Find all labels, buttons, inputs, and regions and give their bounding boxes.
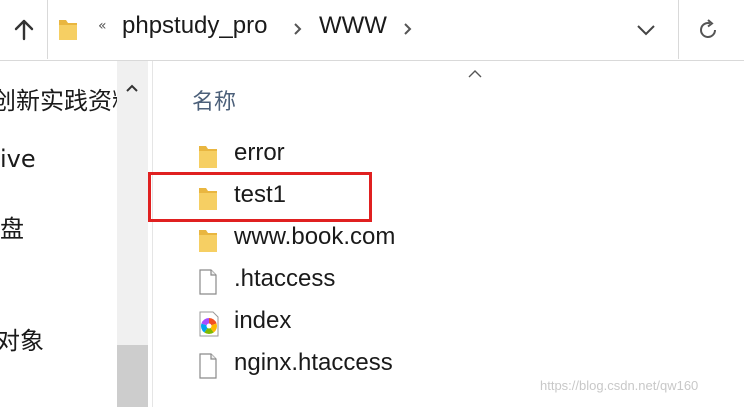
file-name: index [234,307,292,334]
scrollbar-thumb[interactable] [117,345,148,407]
nav-item-onedrive[interactable]: ive [0,145,36,173]
nav-item-objects[interactable]: 对象 [0,321,44,356]
folder-icon [199,230,217,252]
folder-icon [59,20,77,40]
folder-icon [199,146,217,168]
file-row[interactable]: .htaccess [196,264,676,300]
file-row[interactable]: www.book.com [196,222,676,258]
nav-scrollbar[interactable] [117,61,148,407]
file-row[interactable]: index [196,306,676,342]
sort-ascending-icon [468,70,482,78]
file-name: www.book.com [234,223,396,250]
scroll-up-arrow-icon[interactable] [125,83,139,93]
nav-item-practice-materials[interactable]: 创新实践资料 [0,81,136,116]
arrow-up-icon [14,19,34,41]
file-icon [199,353,217,379]
chevron-down-icon[interactable] [635,20,657,40]
file-name: nginx.htaccess [234,349,393,376]
nav-item-disk[interactable]: 盘 [0,209,24,244]
breadcrumb-www[interactable]: WWW [319,12,387,40]
pane-divider[interactable] [152,61,153,407]
refresh-button[interactable] [685,12,731,48]
refresh-icon [700,19,716,38]
address-bar[interactable]: « phpstudy_pro WWW [47,0,679,59]
watermark: https://blog.csdn.net/qw160 [540,378,699,393]
chevron-right-icon[interactable] [403,22,413,36]
chevron-right-icon[interactable] [293,22,303,36]
file-icon [199,269,217,295]
color-wheel-icon [199,311,219,337]
annotation-highlight-box [148,172,372,222]
file-name: .htaccess [234,265,336,292]
breadcrumb-phpstudy-pro[interactable]: phpstudy_pro [122,12,267,40]
file-row[interactable]: error [196,138,676,174]
column-header-name[interactable]: 名称 [192,84,236,116]
breadcrumb-overflow-button[interactable]: « [98,18,107,34]
up-button[interactable] [6,10,42,50]
address-toolbar: « phpstudy_pro WWW [0,0,744,61]
file-name: error [234,139,285,166]
